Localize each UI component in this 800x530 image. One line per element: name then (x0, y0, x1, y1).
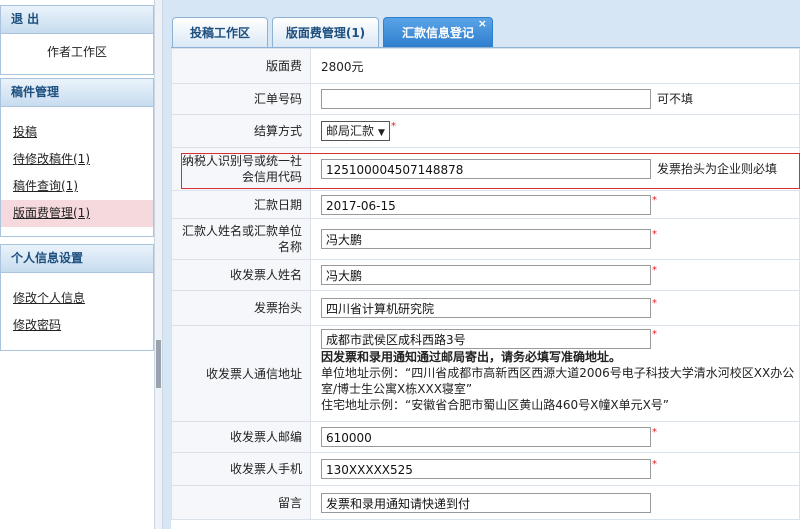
chevron-down-icon: ▼ (378, 128, 385, 138)
settlement-value: 邮局汇款 (326, 124, 375, 138)
remitter-label: 汇款人姓名或汇款单位名称 (171, 218, 311, 260)
required-mark: * (652, 459, 657, 470)
required-mark: * (652, 427, 657, 438)
page-fee-label: 版面费 (171, 48, 311, 84)
row-tax-id: 纳税人识别号或统一社会信用代码 12510000450714887​8 发票抬头为… (171, 147, 800, 191)
row-remit-no: 汇单号码 可不填 (171, 83, 800, 115)
remitter-input[interactable]: 冯大鹏 (321, 229, 651, 249)
required-mark: * (390, 121, 396, 132)
main-area: 投稿工作区 版面费管理(1) 汇款信息登记 × 版面费 2800元 汇单号码 可… (163, 0, 800, 530)
tab-remittance-registration[interactable]: 汇款信息登记 × (383, 17, 493, 47)
required-mark: * (652, 265, 657, 276)
sidebar-item-submit[interactable]: 投稿 (1, 119, 153, 146)
required-mark: * (652, 298, 657, 309)
row-zip: 收发票人邮编 610000 * (171, 421, 800, 453)
address-label: 收发票人通信地址 (171, 325, 311, 422)
remit-no-hint: 可不填 (657, 91, 694, 106)
personal-header[interactable]: 个人信息设置 (1, 245, 153, 273)
close-icon[interactable]: × (478, 9, 487, 39)
address-input[interactable]: 成都市武侯区成科西路3号 (321, 329, 651, 349)
required-mark: * (652, 329, 657, 340)
settlement-label: 结算方式 (171, 114, 311, 148)
remit-date-input[interactable]: 2017-06-15 (321, 194, 651, 215)
row-remit-date: 汇款日期 2017-06-15 * (171, 190, 800, 219)
address-example-unit: 单位地址示例：“四川省成都市高新西区西源大道2006号电子科技大学清水河校区XX… (321, 366, 795, 396)
remit-no-label: 汇单号码 (171, 83, 311, 115)
personal-panel: 个人信息设置 修改个人信息 修改密码 (0, 244, 154, 351)
tab-label: 汇款信息登记 (401, 26, 474, 40)
tax-id-hint: 发票抬头为企业则必填 (657, 161, 778, 176)
receiver-input[interactable]: 冯大鹏 (321, 265, 651, 285)
message-input[interactable]: 发票和录用通知请快递到付 (321, 492, 651, 513)
row-settlement: 结算方式 邮局汇款 ▼* (171, 114, 800, 148)
sidebar: 退 出 作者工作区 稿件管理 投稿 待修改稿件(1) 稿件查询(1) 版面费管理… (0, 0, 154, 529)
tab-page-fee[interactable]: 版面费管理(1) (272, 17, 379, 47)
settlement-select[interactable]: 邮局汇款 ▼ (321, 121, 390, 141)
sidebar-item-change-password[interactable]: 修改密码 (1, 312, 153, 339)
tax-id-input[interactable]: 12510000450714887​8 (321, 159, 651, 179)
required-mark: * (652, 194, 657, 206)
sidebar-item-pending-revision[interactable]: 待修改稿件(1) (1, 146, 153, 173)
row-phone: 收发票人手机 130XXXXX525 * (171, 452, 800, 486)
row-invoice-title: 发票抬头 四川省计算机研究院 * (171, 290, 800, 326)
row-remitter: 汇款人姓名或汇款单位名称 冯大鹏 * (171, 218, 800, 260)
exit-header[interactable]: 退 出 (1, 6, 153, 34)
sidebar-item-page-fee[interactable]: 版面费管理(1) (1, 200, 153, 227)
invoice-title-label: 发票抬头 (171, 290, 311, 326)
row-address: 收发票人通信地址 成都市武侯区成科西路3号 * 因发票和录用通知通过邮局寄出，请务… (171, 325, 800, 422)
remit-date-label: 汇款日期 (171, 190, 311, 219)
author-workspace-link[interactable]: 作者工作区 (1, 34, 153, 70)
phone-input[interactable]: 130XXXXX525 (321, 459, 651, 479)
page-fee-value: 2800元 (310, 48, 800, 84)
row-message: 留言 发票和录用通知请快递到付 (171, 485, 800, 520)
phone-label: 收发票人手机 (171, 452, 311, 486)
exit-panel: 退 出 作者工作区 (0, 5, 154, 75)
splitter-grip[interactable] (156, 340, 161, 388)
sidebar-item-manuscript-query[interactable]: 稿件查询(1) (1, 173, 153, 200)
tab-submission-workspace[interactable]: 投稿工作区 (172, 17, 268, 47)
address-warning: 因发票和录用通知通过邮局寄出，请务必填写准确地址。 (321, 350, 622, 364)
row-page-fee: 版面费 2800元 (171, 48, 800, 84)
zip-input[interactable]: 610000 (321, 427, 651, 447)
manuscript-header[interactable]: 稿件管理 (1, 79, 153, 107)
invoice-title-input[interactable]: 四川省计算机研究院 (321, 298, 651, 318)
remit-no-input[interactable] (321, 89, 651, 109)
row-receiver: 收发票人姓名 冯大鹏 * (171, 259, 800, 291)
tax-id-label: 纳税人识别号或统一社会信用代码 (171, 147, 311, 191)
manuscript-panel: 稿件管理 投稿 待修改稿件(1) 稿件查询(1) 版面费管理(1) (0, 78, 154, 237)
receiver-label: 收发票人姓名 (171, 259, 311, 291)
form-container: 版面费 2800元 汇单号码 可不填 结算方式 邮局汇款 ▼* 纳税人识别号或统一… (171, 47, 800, 530)
message-label: 留言 (171, 485, 311, 520)
panel-splitter[interactable] (154, 0, 163, 529)
sidebar-item-edit-profile[interactable]: 修改个人信息 (1, 285, 153, 312)
address-example-home: 住宅地址示例：“安徽省合肥市蜀山区黄山路460号X幢X单元X号” (321, 398, 670, 412)
remittance-form: 版面费 2800元 汇单号码 可不填 结算方式 邮局汇款 ▼* 纳税人识别号或统一… (171, 48, 800, 520)
required-mark: * (652, 229, 657, 240)
zip-label: 收发票人邮编 (171, 421, 311, 453)
